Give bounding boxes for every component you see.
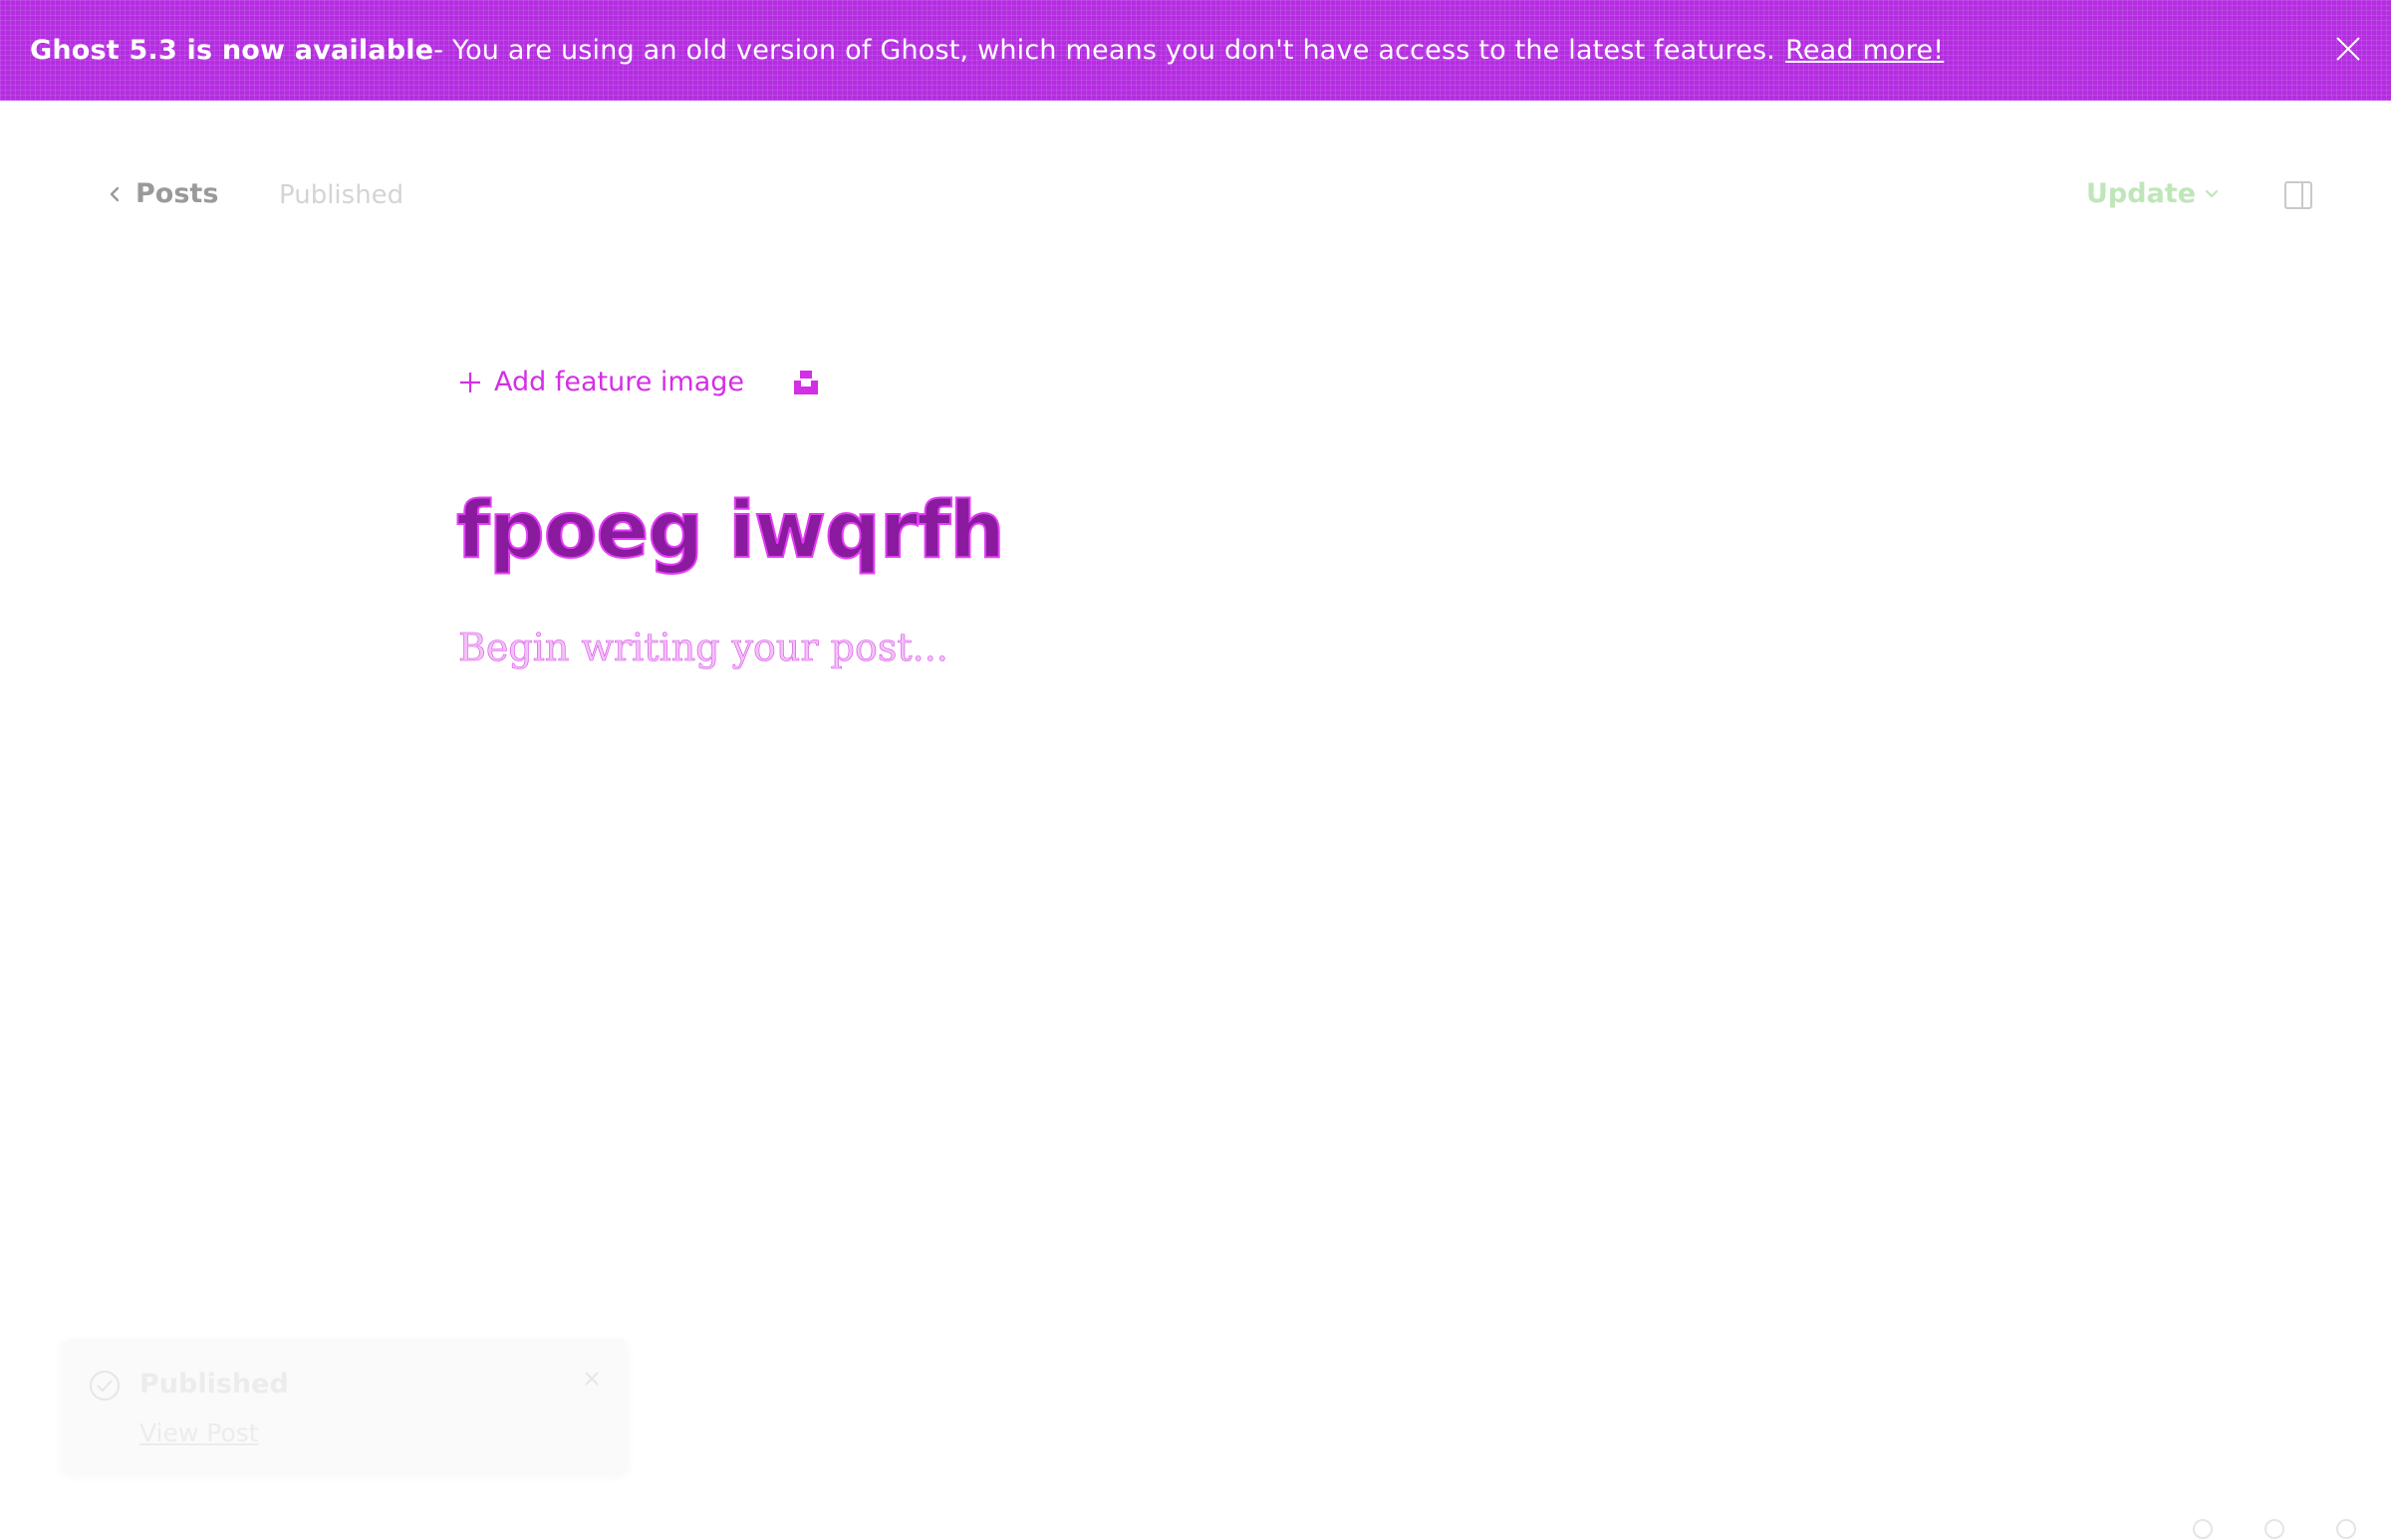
banner-title: Ghost 5.3 is now available bbox=[30, 35, 434, 66]
view-post-link[interactable]: View Post bbox=[139, 1418, 259, 1447]
post-body-placeholder[interactable]: Begin writing your post... bbox=[458, 626, 948, 670]
upgrade-banner: Ghost 5.3 is now available - You are usi… bbox=[0, 0, 2391, 101]
help-icon[interactable] bbox=[2335, 1518, 2357, 1540]
banner-read-more-link[interactable]: Read more! bbox=[1785, 35, 1944, 66]
feature-image-row: Add feature image bbox=[458, 367, 820, 397]
unsplash-icon[interactable] bbox=[792, 369, 820, 396]
close-icon[interactable] bbox=[2331, 32, 2365, 66]
add-feature-image-button[interactable]: Add feature image bbox=[458, 367, 744, 397]
chevron-left-icon bbox=[110, 186, 120, 201]
chevron-down-icon bbox=[2205, 189, 2219, 197]
plus-icon bbox=[460, 372, 480, 392]
post-title[interactable]: fpoeg iwqrfh bbox=[455, 485, 1006, 577]
add-feature-image-label: Add feature image bbox=[494, 367, 745, 397]
close-icon[interactable] bbox=[582, 1369, 602, 1389]
post-status: Published bbox=[279, 180, 404, 210]
sidebar-panel-icon[interactable] bbox=[2283, 180, 2313, 210]
word-count-icon bbox=[2193, 1519, 2213, 1539]
banner-message: - You are using an old version of Ghost,… bbox=[433, 35, 1776, 66]
update-label: Update bbox=[2086, 178, 2197, 209]
toast-title: Published bbox=[139, 1369, 289, 1400]
published-toast: Published View Post bbox=[62, 1339, 628, 1474]
editor-footer-icons bbox=[2142, 1518, 2357, 1540]
settings-icon[interactable] bbox=[2263, 1518, 2285, 1540]
check-circle-icon bbox=[90, 1371, 120, 1401]
update-button[interactable]: Update bbox=[2086, 178, 2220, 209]
back-label: Posts bbox=[135, 178, 219, 209]
back-to-posts-link[interactable]: Posts bbox=[108, 178, 218, 209]
editor-header: Posts Published Update bbox=[0, 101, 2391, 290]
